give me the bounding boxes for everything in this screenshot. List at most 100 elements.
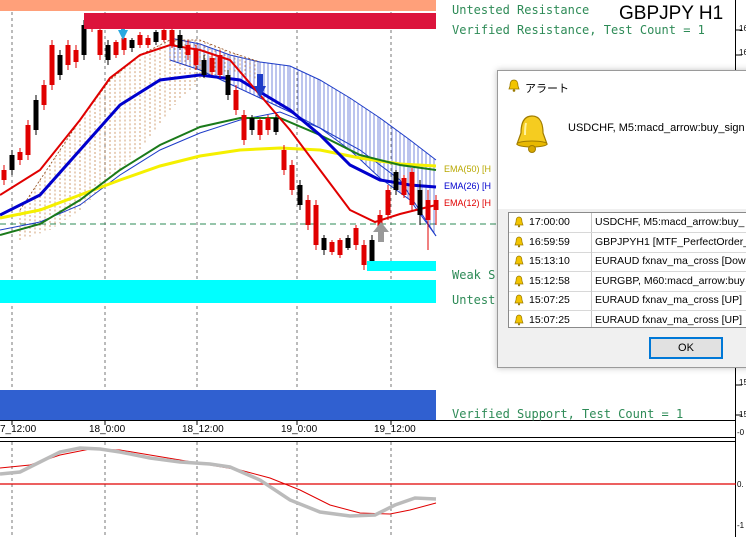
column-divider [591,213,592,232]
candle-body [217,55,223,75]
candle-body [281,150,287,170]
bell-small-icon [514,216,524,228]
candle-body [345,238,351,248]
candle-body [177,35,183,48]
candle-body [305,200,311,225]
candle-body [129,40,135,48]
time-label: 19_12:00 [374,424,416,435]
candle-body [193,50,199,65]
alert-row[interactable]: 15:12:58 EURGBP, M60:macd_arrow:buy [509,271,746,292]
candle-body [225,75,231,95]
alert-message: GBPJPYH1 [MTF_PerfectOrder_ [595,235,746,248]
column-divider [591,310,592,327]
candle-body [361,245,367,265]
weak-support-zone [367,261,436,271]
candle-body [209,58,215,72]
candle-body [137,35,143,45]
price-label: 15 [739,410,746,419]
candle-body [385,190,391,215]
candle-body [41,85,47,105]
candle-body [105,45,111,60]
time-label: 18_12:00 [182,424,224,435]
candle-body [113,42,119,55]
candle-body [97,30,103,55]
alert-message: EURAUD fxnav_ma_cross [UP] [595,294,743,306]
candle-body [1,170,7,180]
bell-small-icon [514,294,524,306]
candle-body [9,155,15,170]
candle-body [329,242,335,252]
candle-body [257,120,263,135]
symbol-title: GBPJPY H1 [619,3,724,24]
column-divider [591,252,592,271]
candle-body [161,30,167,40]
indicator-price-label: -0 [737,428,745,437]
bell-small-icon [514,275,524,286]
verified-support-label: Verified Support, Test Count = 1 [452,407,684,421]
verified-support-zone [0,390,436,420]
candle-body [353,228,359,245]
ema26-label: EMA(26) [H [444,181,492,191]
ok-button[interactable]: OK [649,337,723,359]
candle-body [273,118,279,132]
ema12-label: EMA(12) [H [444,198,492,208]
sell-arrow-icon [257,74,263,88]
dialog-message: USDCHF, M5:macd_arrow:buy_sign [568,122,745,134]
candle-body [33,100,39,130]
column-divider [591,232,592,252]
column-divider [591,291,592,310]
buy-arrow-icon [378,230,384,242]
verified-resistance-label: Verified Resistance, Test Count = 1 [452,23,705,37]
price-label: 16 [739,24,746,33]
alert-message: EURAUD fxnav_ma_cross [Dow [595,255,746,267]
alert-dialog[interactable]: アラート USDCHF, M5:macd_arrow:buy_sign 17:0… [497,70,746,368]
bell-large-icon [516,115,548,153]
column-divider [591,271,592,291]
signal-line [0,448,437,515]
bell-small-icon [514,314,524,325]
candle-body [249,118,255,130]
candle-body [65,45,71,65]
candle-body [289,165,295,190]
price-label: 16 [739,48,746,57]
alert-time: 15:12:58 [529,274,570,287]
alert-row[interactable]: 16:59:59 GBPJPYH1 [MTF_PerfectOrder_ [509,232,746,253]
candle-body [297,185,303,205]
alert-time: 17:00:00 [529,216,570,228]
candle-body [153,32,159,42]
bell-small-icon [514,255,524,267]
candle-body [233,90,239,110]
dialog-title: アラート [525,82,569,95]
candle-body [81,25,87,55]
alert-time: 15:07:25 [529,294,570,306]
candle-body [401,178,407,195]
alert-row[interactable]: 15:07:25 EURAUD fxnav_ma_cross [UP] [509,291,746,311]
candle-body [337,240,343,255]
time-label: 19_0:00 [281,424,318,435]
candle-body [121,38,127,50]
untested-support-zone [0,280,436,303]
alert-row[interactable]: 15:13:10 EURAUD fxnav_ma_cross [Dow [509,252,746,272]
untested-support-label: Untest [452,293,496,307]
candle-body [169,30,175,45]
alert-row[interactable]: 17:00:00 USDCHF, M5:macd_arrow:buy_ [509,213,746,233]
candle-body [265,118,271,130]
weak-support-label: Weak S [452,268,496,282]
alert-message: USDCHF, M5:macd_arrow:buy_ [595,216,745,228]
ema50-label: EMA(50) [H [444,164,492,174]
alert-time: 16:59:59 [529,235,570,248]
dialog-message-area: USDCHF, M5:macd_arrow:buy_sign [498,101,746,209]
indicator-price-label: 0. [737,480,744,489]
candle-body [49,45,55,85]
alert-history-list[interactable]: 17:00:00 USDCHF, M5:macd_arrow:buy_ 16:59:… [508,212,746,328]
alert-row[interactable]: 15:07:25 EURAUD fxnav_ma_cross [UP] [509,310,746,327]
alert-message: EURAUD fxnav_ma_cross [UP] [595,313,743,326]
dialog-titlebar[interactable]: アラート [498,71,746,101]
candle-body [369,240,375,262]
indicator-price-label: -1 [737,521,745,530]
macd-line [0,446,437,518]
candle-body [17,152,23,160]
verified-resistance-zone [84,13,436,29]
untested-resistance-label: Untested Resistance [452,3,590,17]
candle-body [73,50,79,62]
